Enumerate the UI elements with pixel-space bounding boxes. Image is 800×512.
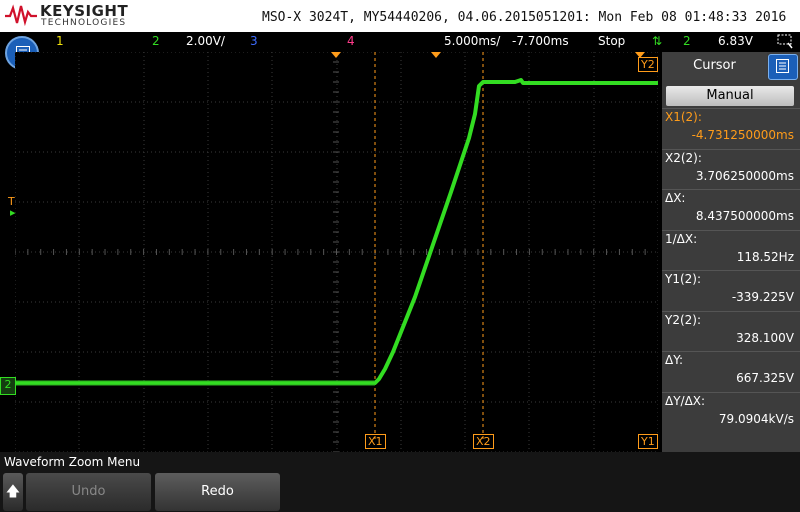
channel-4-label[interactable]: 4	[347, 34, 355, 48]
trigger-channel: 2	[683, 34, 691, 48]
side-panel-title: Cursor	[662, 52, 767, 80]
trigger-level-arrow-icon: ▸	[10, 206, 16, 219]
status-bar: 1 2 2.00V/ 3 4 5.000ms/ -7.700ms Stop ⇅ …	[0, 32, 800, 52]
channel-3-label[interactable]: 3	[250, 34, 258, 48]
cursor-readout: X2(2): 3.706250000ms	[662, 151, 800, 189]
cursor-readout: 1/ΔX: 118.52Hz	[662, 232, 800, 270]
cursor-y2-label[interactable]: Y2	[638, 57, 658, 72]
channel-1-label[interactable]: 1	[56, 34, 64, 48]
cursor-readout-value: 667.325V	[736, 371, 794, 385]
side-menu-button[interactable]	[768, 54, 798, 80]
undo-button[interactable]: Undo	[26, 473, 151, 511]
run-state[interactable]: Stop	[598, 34, 625, 48]
cursor-readout-label: ΔY:	[665, 353, 683, 367]
cursor-y1-label[interactable]: Y1	[638, 434, 658, 449]
cursor-readout: ΔY: 667.325V	[662, 353, 800, 391]
cursor-x1-label[interactable]: X1	[365, 434, 386, 449]
field-separator	[662, 229, 800, 231]
channel-2-ground-marker[interactable]: 2	[0, 377, 16, 395]
timebase-scale[interactable]: 5.000ms/	[444, 34, 500, 48]
trigger-edge-icon: ⇅	[652, 34, 663, 48]
cursor-readout-value: 328.100V	[736, 330, 794, 345]
cursor-readout: ΔY/ΔX: 79.0904kV/s	[662, 394, 800, 432]
field-separator	[662, 189, 800, 190]
softkey-menu-title: Waveform Zoom Menu	[4, 455, 141, 469]
cursor-side-panel: Cursor Manual X1(2): -4.731250000ms X2(2):…	[662, 52, 800, 452]
cursor-x2-top-marker[interactable]	[431, 52, 441, 58]
field-separator	[662, 310, 800, 312]
cursor-mode-button[interactable]: Manual	[666, 86, 794, 106]
timebase-delay[interactable]: -7.700ms	[512, 34, 569, 48]
menu-list-icon	[776, 59, 789, 73]
cursor-readout: Y1(2): -339.225V	[662, 272, 800, 310]
up-arrow-icon: 🡅	[5, 484, 21, 500]
cursor-readout: X1(2): -4.731250000ms	[662, 110, 800, 148]
instrument-info: MSO-X 3024T, MY54440206, 04.06.201505120…	[262, 10, 787, 25]
trigger-level[interactable]: 6.83V	[718, 34, 753, 48]
acquire-mode-icon	[776, 32, 794, 53]
cursor-readout-value: 79.0904kV/s	[718, 411, 794, 426]
waveform-display[interactable]	[15, 52, 658, 452]
title-bar: KEYSIGHT TECHNOLOGIES MSO-X 3024T, MY544…	[0, 0, 800, 32]
keysight-logo-icon	[5, 4, 37, 26]
menu-up-button[interactable]: 🡅	[3, 473, 23, 511]
cursor-readout-label: 1/ΔX:	[665, 231, 698, 246]
cursor-readout: ΔX: 8.437500000ms	[662, 191, 800, 229]
brand-subtitle: TECHNOLOGIES	[41, 18, 127, 28]
channel-2-label[interactable]: 2	[152, 34, 160, 48]
field-separator	[662, 391, 800, 393]
softkey-menu: Waveform Zoom Menu 🡅 Undo Redo	[0, 452, 800, 512]
field-separator	[662, 351, 800, 352]
cursor-readout-label: ΔX:	[665, 191, 686, 205]
cursor-readout-value: 8.437500000ms	[695, 209, 794, 223]
cursor-readout: Y2(2): 328.100V	[662, 313, 800, 351]
field-separator	[662, 270, 800, 271]
cursor-x2-label[interactable]: X2	[473, 434, 494, 449]
cursor-readout-value: -339.225V	[731, 290, 794, 304]
cursor-readout-label: X2(2):	[665, 150, 702, 165]
field-separator	[662, 108, 800, 109]
redo-button[interactable]: Redo	[155, 473, 280, 511]
cursor-readout-label: X1(2):	[665, 110, 702, 124]
cursor-x1-top-marker[interactable]	[331, 52, 341, 58]
cursor-readout-value: -4.731250000ms	[691, 128, 794, 142]
cursor-readout-label: ΔY/ΔX:	[665, 393, 706, 408]
cursor-readout-value: 3.706250000ms	[695, 168, 794, 183]
field-separator	[662, 148, 800, 150]
cursor-readout-label: Y1(2):	[665, 272, 702, 286]
channel-2-scale[interactable]: 2.00V/	[186, 34, 225, 48]
cursor-readout-label: Y2(2):	[665, 312, 702, 327]
cursor-readout-value: 118.52Hz	[736, 249, 794, 264]
